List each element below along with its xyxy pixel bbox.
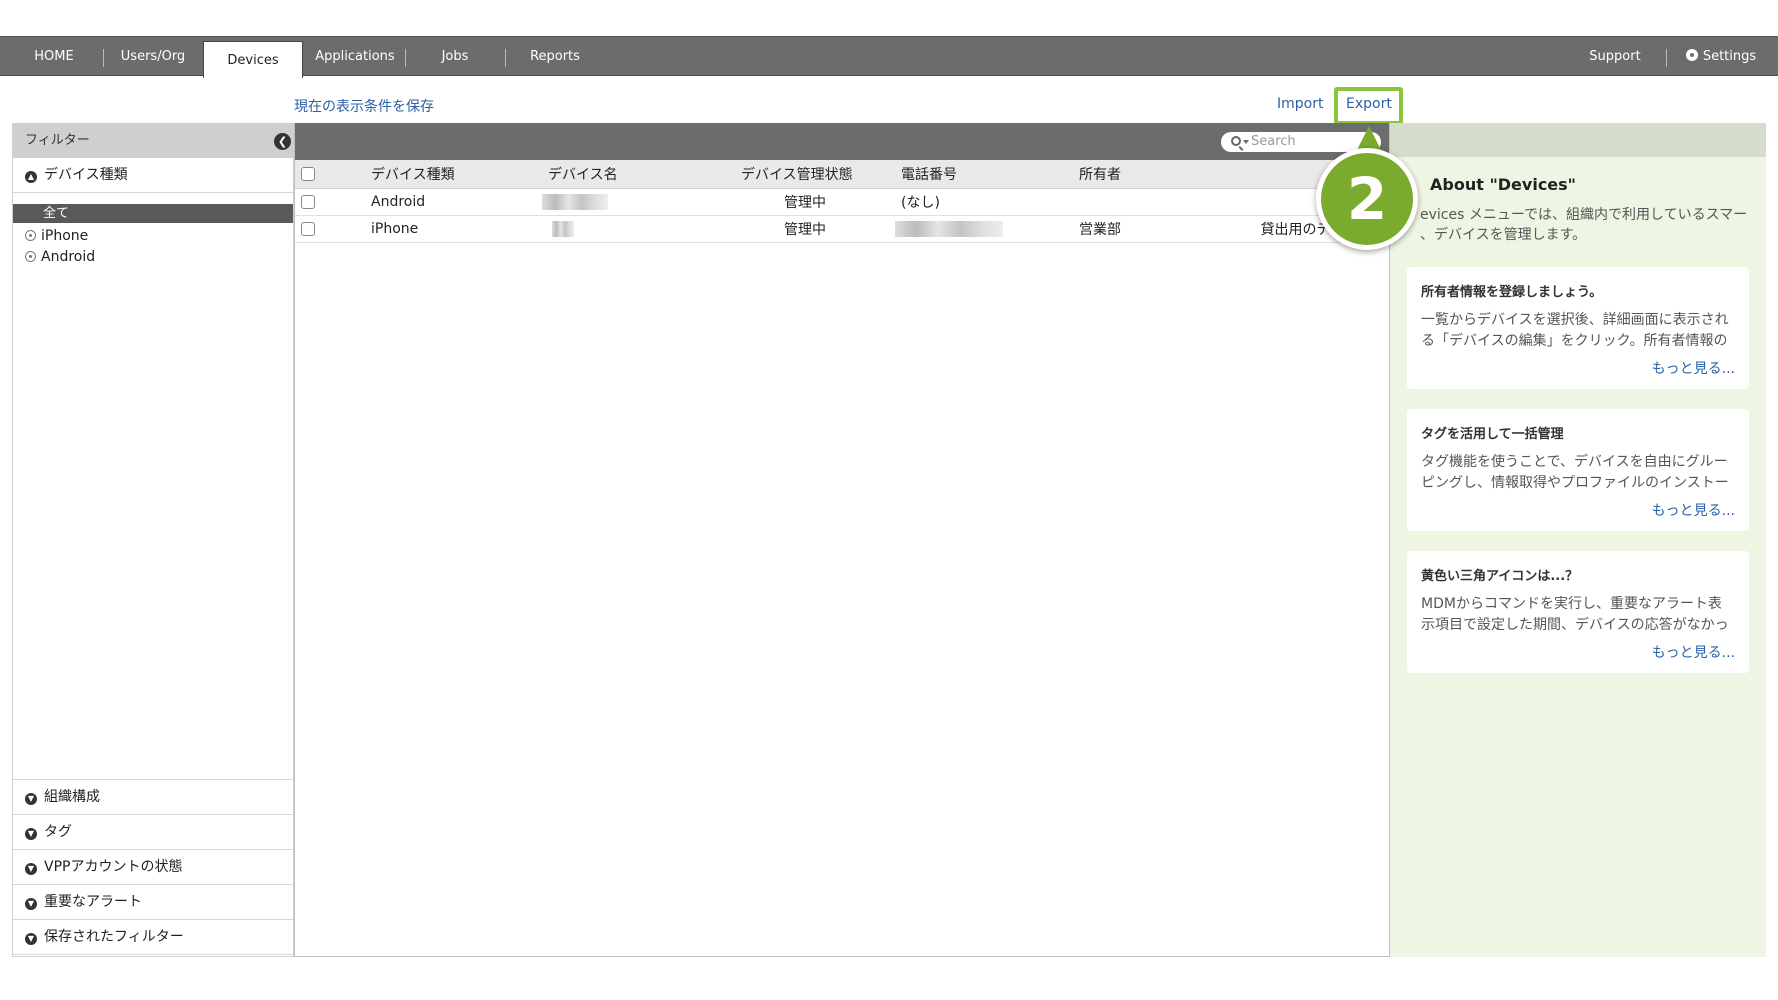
about-title: About "Devices" <box>1430 175 1577 194</box>
row-select-cell <box>295 215 371 243</box>
sidebar-bottom-sections: ▼ 組織構成 ▼ タグ ▼ VPPアカウントの状態 ▼ 重要なアラート ▼ 保存されたフィ… <box>13 779 293 955</box>
nav-support[interactable]: Support <box>1580 37 1650 76</box>
nav-divider <box>405 49 406 67</box>
help-card: タグを活用して一括管理 タグ機能を使うことで、デバイスを自由にグルーピングし、情… <box>1407 409 1749 531</box>
section-device-type[interactable]: ▲ デバイス種類 <box>13 158 293 193</box>
filter-option-android[interactable]: Android <box>25 247 95 267</box>
save-view-link[interactable]: 現在の表示条件を保存 <box>294 96 434 116</box>
nav-divider <box>103 49 104 67</box>
redacted-device-name <box>542 193 608 210</box>
cell-phone: (なし) <box>901 188 1079 216</box>
section-label: タグ <box>44 824 72 840</box>
section-saved-filters[interactable]: ▼ 保存されたフィルター <box>13 920 293 955</box>
chevron-down-icon: ▼ <box>25 863 37 875</box>
select-all-checkbox[interactable] <box>301 166 315 181</box>
more-link[interactable]: もっと見る... <box>1421 358 1735 378</box>
help-card: 所有者情報を登録しましょう。 一覧からデバイスを選択後、詳細画面に表示される「デ… <box>1407 267 1749 389</box>
redacted-phone <box>895 220 1003 237</box>
more-link[interactable]: もっと見る... <box>1421 642 1735 662</box>
owner-name: 営業部 <box>1079 221 1121 238</box>
section-critical-alerts[interactable]: ▼ 重要なアラート <box>13 885 293 920</box>
chevron-up-icon: ▲ <box>25 171 37 183</box>
radio-icon <box>25 251 36 262</box>
list-toolbar: Search <box>295 123 1389 160</box>
section-organization[interactable]: ▼ 組織構成 <box>13 780 293 815</box>
card-body: MDMからコマンドを実行し、重要なアラート表示項目で設定した期間、デバイスの応答… <box>1421 596 1729 633</box>
table-row[interactable]: Android 管理中 (なし) <box>295 188 1389 216</box>
cell-device-name <box>548 215 741 243</box>
import-link[interactable]: Import <box>1277 96 1323 112</box>
select-all-cell <box>295 160 371 189</box>
about-text: evices メニューでは、組織内で利用しているスマー 、デバイスを管理します。 <box>1420 207 1748 243</box>
filter-sidebar: フィルター ❮ ▲ デバイス種類 全て iPhone Android ▼ 組織構成 … <box>12 123 294 957</box>
table-header-row: デバイス種類 デバイス名 デバイス管理状態 電話番号 所有者 <box>295 160 1389 189</box>
nav-devices[interactable]: Devices <box>203 41 303 78</box>
col-device-name[interactable]: デバイス名 <box>548 160 741 189</box>
row-checkbox[interactable] <box>301 221 315 236</box>
section-label: 重要なアラート <box>44 894 142 910</box>
option-label: Android <box>41 249 96 265</box>
card-title: 所有者情報を登録しましょう。 <box>1421 285 1603 300</box>
search-icon <box>1231 136 1241 146</box>
option-label: iPhone <box>41 228 89 244</box>
section-label: VPPアカウントの状態 <box>44 859 183 875</box>
more-link[interactable]: もっと見る... <box>1421 500 1735 520</box>
nav-applications[interactable]: Applications <box>312 37 398 76</box>
nav-jobs[interactable]: Jobs <box>420 37 490 76</box>
search-placeholder: Search <box>1251 134 1296 149</box>
col-phone-number[interactable]: 電話番号 <box>901 160 1079 189</box>
device-note: 貸出用のデ <box>1260 221 1331 238</box>
gear-icon <box>1685 49 1698 61</box>
nav-divider <box>505 49 506 67</box>
nav-users-org[interactable]: Users/Org <box>112 37 194 76</box>
device-table: デバイス種類 デバイス名 デバイス管理状態 電話番号 所有者 Android 管… <box>295 160 1389 243</box>
chevron-down-icon: ▼ <box>25 828 37 840</box>
col-management-status[interactable]: デバイス管理状態 <box>741 160 901 189</box>
redacted-device-name <box>552 220 574 237</box>
section-tags[interactable]: ▼ タグ <box>13 815 293 850</box>
section-vpp-account[interactable]: ▼ VPPアカウントの状態 <box>13 850 293 885</box>
card-body: タグ機能を使うことで、デバイスを自由にグルーピングし、情報取得やプロファイルのイ… <box>1421 454 1729 491</box>
card-body: 一覧からデバイスを選択後、詳細画面に表示される「デバイスの編集」をクリック。所有… <box>1421 312 1729 349</box>
cell-device-name <box>542 188 741 216</box>
row-checkbox[interactable] <box>301 194 315 209</box>
device-list-panel: Search デバイス種類 デバイス名 デバイス管理状態 電話番号 所有者 An… <box>294 123 1390 957</box>
section-label: 保存されたフィルター <box>44 929 184 945</box>
nav-home[interactable]: HOME <box>14 37 94 76</box>
cell-device-type: iPhone <box>371 215 548 243</box>
dropdown-arrow-icon <box>1243 140 1249 144</box>
collapse-sidebar-icon[interactable]: ❮ <box>274 133 291 150</box>
row-select-cell <box>295 188 371 216</box>
card-title: タグを活用して一括管理 <box>1421 427 1564 442</box>
cell-phone <box>895 215 1079 243</box>
chevron-down-icon: ▼ <box>25 933 37 945</box>
card-title: 黄色い三角アイコンは...？ <box>1421 569 1579 584</box>
section-label: 組織構成 <box>44 789 100 805</box>
chevron-down-icon: ▼ <box>25 898 37 910</box>
top-nav: HOME Users/Org Devices Applications Jobs… <box>0 36 1778 78</box>
radio-icon <box>25 230 36 241</box>
nav-divider <box>1666 49 1667 67</box>
nav-settings[interactable]: Settings <box>1676 37 1766 76</box>
section-label: デバイス種類 <box>44 167 128 183</box>
col-device-type[interactable]: デバイス種類 <box>371 160 548 189</box>
chevron-down-icon: ▼ <box>25 793 37 805</box>
filter-option-all[interactable]: 全て <box>13 204 293 223</box>
step-callout: 2 <box>1316 148 1418 250</box>
table-row[interactable]: iPhone 管理中 営業部 貸出用のデ <box>295 215 1389 243</box>
export-link[interactable]: Export <box>1346 96 1392 112</box>
cell-device-type: Android <box>371 188 548 216</box>
settings-label: Settings <box>1702 49 1757 64</box>
cell-status: 管理中 <box>741 188 901 216</box>
help-panel-top <box>1390 123 1766 157</box>
cell-status: 管理中 <box>741 215 901 243</box>
filter-option-iphone[interactable]: iPhone <box>25 226 88 246</box>
nav-reports[interactable]: Reports <box>515 37 595 76</box>
help-card: 黄色い三角アイコンは...？ MDMからコマンドを実行し、重要なアラート表示項目… <box>1407 551 1749 673</box>
sidebar-header: フィルター ❮ <box>13 124 293 158</box>
help-panel: About "Devices" evices メニューでは、組織内で利用している… <box>1390 123 1766 957</box>
sidebar-title: フィルター <box>25 133 90 148</box>
